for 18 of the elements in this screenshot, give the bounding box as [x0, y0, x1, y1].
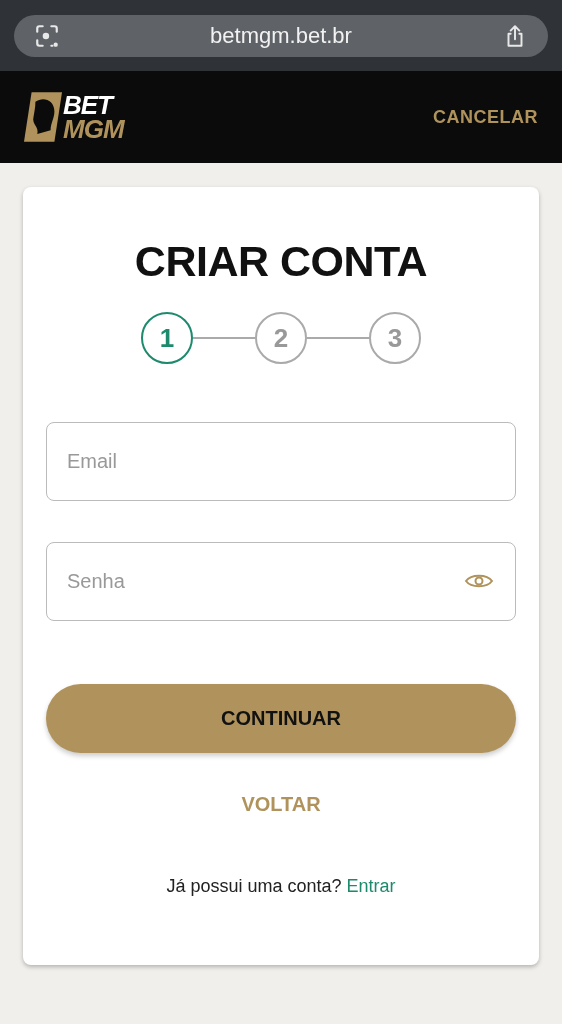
- step-indicator: 1: [141, 312, 193, 364]
- step-connector: [307, 337, 369, 339]
- logo-text: MGM: [63, 117, 124, 141]
- step-indicator: 3: [369, 312, 421, 364]
- password-field[interactable]: Senha: [46, 542, 516, 621]
- address-bar[interactable]: betmgm.bet.br: [14, 15, 548, 57]
- step-indicator: 2: [255, 312, 307, 364]
- url-text: betmgm.bet.br: [210, 23, 352, 49]
- continue-button[interactable]: CONTINUAR: [46, 684, 516, 753]
- login-link[interactable]: Entrar: [346, 876, 396, 896]
- step-connector: [193, 337, 255, 339]
- cancel-link[interactable]: CANCELAR: [433, 106, 538, 128]
- login-prompt: Já possui uma conta?: [166, 876, 342, 896]
- logo-text: BET: [63, 93, 124, 117]
- camera-scan-icon[interactable]: [34, 23, 60, 49]
- email-field[interactable]: Email: [46, 422, 516, 501]
- page-title: CRIAR CONTA: [133, 237, 429, 286]
- logo[interactable]: BET MGM: [24, 92, 124, 142]
